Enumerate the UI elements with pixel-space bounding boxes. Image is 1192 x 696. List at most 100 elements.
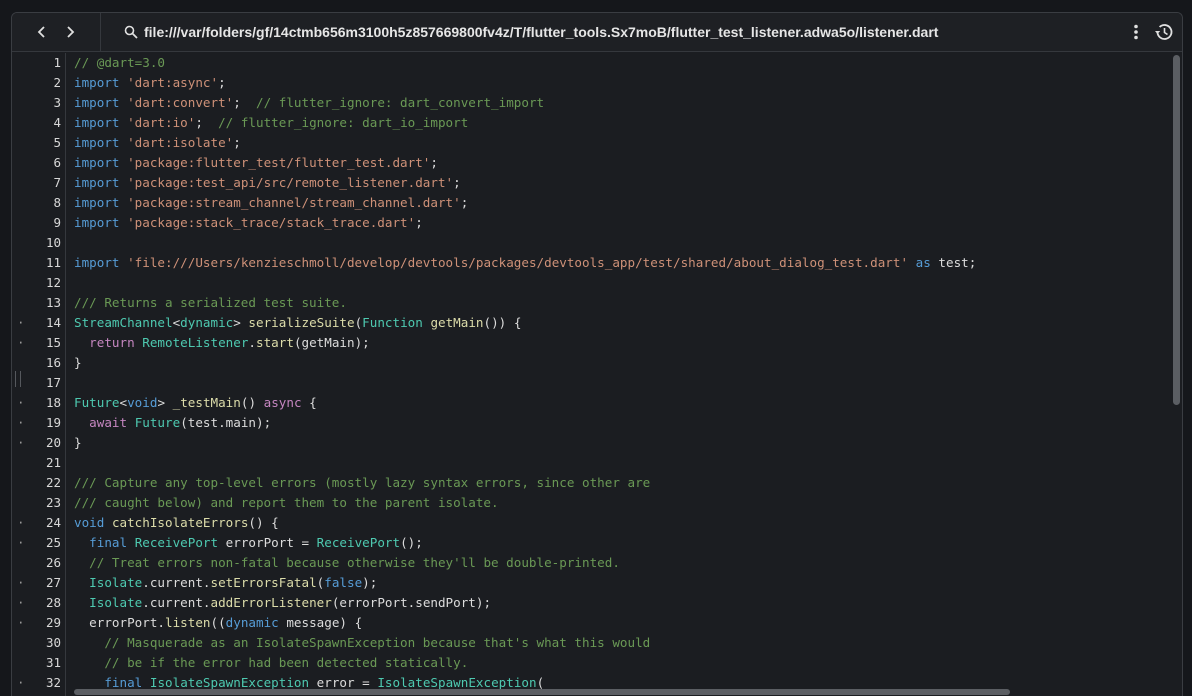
line-number: 13 — [12, 293, 66, 313]
breakpoint-marker[interactable]: · — [17, 613, 25, 633]
code-token: false — [324, 575, 363, 590]
line-number: · 15 — [12, 333, 66, 353]
code-token: setErrorsFatal — [210, 575, 317, 590]
vertical-scrollbar[interactable] — [1172, 53, 1182, 696]
line-number: 7 — [12, 173, 66, 193]
code-line: import 'file:///Users/kenzieschmoll/deve… — [74, 253, 976, 273]
code-line: // @dart=3.0 — [74, 53, 165, 73]
forward-button[interactable] — [60, 22, 80, 42]
code-token: void — [127, 395, 158, 410]
code-token: // be if the error had been detected sta… — [104, 655, 469, 670]
code-token: ; — [460, 195, 469, 210]
code-line: import 'dart:async'; — [74, 73, 226, 93]
line-number-text: 18 — [45, 395, 61, 410]
horizontal-scrollbar-thumb[interactable] — [74, 689, 1010, 695]
line-number: 9 — [12, 213, 66, 233]
code-editor[interactable]: 1 2 3 4 5 6 7 8 9 10 11 12 13 · 14 · 15 16 17 · 18 · 19 · 20 21 22… — [12, 53, 1182, 696]
code-token: /// Returns a serialized test suite. — [74, 295, 347, 310]
code-token: import — [74, 255, 120, 270]
line-number-text: 6 — [53, 155, 61, 170]
code-line: } — [74, 433, 82, 453]
breakpoint-marker[interactable]: · — [17, 533, 25, 553]
line-number: 8 — [12, 193, 66, 213]
code-token: // Masquerade as an IsolateSpawnExceptio… — [104, 635, 651, 650]
code-token: import — [74, 155, 120, 170]
code-token: listen — [165, 615, 211, 630]
line-number: · 27 — [12, 573, 66, 593]
back-button[interactable] — [32, 22, 52, 42]
line-number-text: 12 — [45, 275, 61, 290]
code-token: Isolate — [89, 595, 143, 610]
code-line: await Future(test.main); — [74, 413, 271, 433]
breakpoint-marker[interactable]: · — [17, 433, 25, 453]
line-number: · 18 — [12, 393, 66, 413]
code-line: import 'package:test_api/src/remote_list… — [74, 173, 461, 193]
code-line: // Masquerade as an IsolateSpawnExceptio… — [74, 633, 650, 653]
line-number: 31 — [12, 653, 66, 673]
code-token: void — [74, 515, 105, 530]
split-drag-handle[interactable] — [15, 371, 21, 387]
breakpoint-marker[interactable]: · — [17, 513, 25, 533]
code-token: RemoteListener — [142, 335, 249, 350]
code-token: // flutter_ignore: dart_convert_import — [256, 95, 545, 110]
line-number-text: 29 — [45, 615, 61, 630]
code-token: dynamic — [180, 315, 234, 330]
line-number-text: 27 — [45, 575, 61, 590]
line-number: 23 — [12, 493, 66, 513]
code-line: /// Returns a serialized test suite. — [74, 293, 347, 313]
code-area[interactable]: // @dart=3.0 import 'dart:async'; import '… — [74, 53, 1172, 696]
line-number: · 20 — [12, 433, 66, 453]
line-number-text: 7 — [53, 175, 61, 190]
code-token: as — [915, 255, 931, 270]
breakpoint-marker[interactable]: · — [17, 413, 25, 433]
line-number-text: 25 — [45, 535, 61, 550]
code-token: start — [256, 335, 294, 350]
file-path-input[interactable]: file:///var/folders/gf/14ctmb656m3100h5z… — [144, 13, 938, 52]
code-token: ; — [415, 215, 423, 230]
line-number: 10 — [12, 233, 66, 253]
horizontal-scrollbar[interactable] — [74, 687, 1174, 696]
breakpoint-marker[interactable]: · — [17, 313, 25, 333]
code-token: message) { — [278, 615, 363, 630]
code-line: StreamChannel<dynamic> serializeSuite(Fu… — [74, 313, 521, 333]
code-token: .current. — [142, 595, 211, 610]
code-token: 'dart:io' — [127, 115, 196, 130]
breakpoint-marker[interactable]: · — [17, 593, 25, 613]
line-number-text: 30 — [45, 635, 61, 650]
chevron-right-icon — [67, 26, 75, 38]
breakpoint-marker[interactable]: · — [17, 573, 25, 593]
line-number: · 32 — [12, 673, 66, 693]
code-token: import — [74, 135, 120, 150]
breakpoint-marker[interactable]: · — [17, 673, 25, 693]
code-token: async — [263, 395, 302, 410]
line-number-text: 24 — [45, 515, 61, 530]
code-token: addErrorListener — [210, 595, 332, 610]
code-token: /// caught below) and report them to the… — [74, 495, 499, 510]
code-token: dynamic — [225, 615, 279, 630]
vertical-scrollbar-thumb[interactable] — [1173, 55, 1180, 405]
code-token: (getMain); — [293, 335, 370, 350]
breakpoint-marker[interactable]: · — [17, 393, 25, 413]
line-number-text: 5 — [53, 135, 61, 150]
code-token: 'package:stack_trace/stack_trace.dart' — [127, 215, 416, 230]
line-number: · 29 — [12, 613, 66, 633]
code-token: // flutter_ignore: dart_io_import — [218, 115, 469, 130]
history-icon[interactable] — [1153, 21, 1175, 43]
code-token: serializeSuite — [248, 315, 355, 330]
line-number-text: 22 — [45, 475, 61, 490]
code-token: /// Capture any top-level errors (mostly… — [74, 475, 651, 490]
code-line: return RemoteListener.start(getMain); — [74, 333, 370, 353]
code-line: void catchIsolateErrors() { — [74, 513, 279, 533]
line-number: 22 — [12, 473, 66, 493]
more-vert-icon[interactable] — [1126, 22, 1146, 42]
breakpoint-marker[interactable]: · — [17, 333, 25, 353]
code-token: 'dart:convert' — [127, 95, 234, 110]
